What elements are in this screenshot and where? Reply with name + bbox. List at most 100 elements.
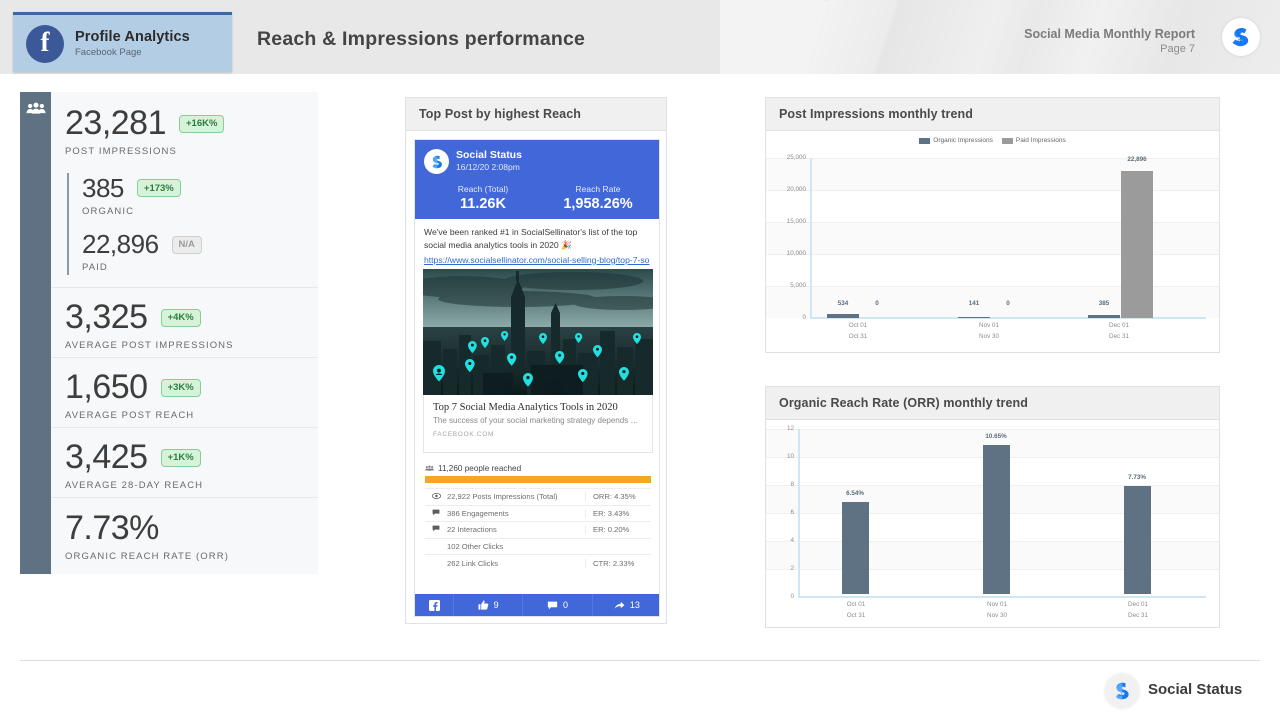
legend-swatch [1001, 137, 1013, 144]
post-stat-value: 1,958.26% [563, 196, 633, 212]
metric-label: ORGANIC REACH RATE (ORR) [65, 550, 229, 562]
table-cell-main: 22 Interactions [447, 525, 497, 535]
bar-label: 0 [1006, 300, 1010, 307]
profile-chip[interactable]: f Profile Analytics Facebook Page [13, 12, 232, 72]
metric-label: AVERAGE POST REACH [65, 409, 195, 421]
eye-icon [425, 492, 447, 501]
metric-value: 23,281 [65, 104, 167, 142]
metric-value: 22,896 [82, 228, 159, 259]
post-card-footer: 9 0 13 [415, 594, 659, 616]
post-stat-reach-rate: Reach Rate 1,958.26% [543, 184, 653, 212]
y-tick-label: 2 [790, 565, 794, 572]
x-tick-label: Nov 30 [979, 333, 999, 340]
legend-item-paid[interactable]: Paid Impressions [1001, 137, 1066, 144]
post-card-header: Social Status 16/12/20 2:08pm Reach (Tot… [415, 140, 659, 219]
comment-icon [425, 525, 447, 534]
chart1-legend: Organic Impressions Paid Impressions [766, 137, 1219, 144]
post-shares[interactable]: 13 [591, 594, 659, 616]
bar-orr-nov[interactable] [983, 445, 1010, 594]
share-icon [614, 601, 625, 609]
thumbs-up-icon [478, 600, 488, 610]
top-post-panel: Top Post by highest Reach Social Status … [405, 97, 667, 624]
post-comment-count: 0 [562, 600, 568, 610]
table-cell-right: CTR: 2.33% [585, 558, 651, 568]
link-preview-title: Top 7 Social Media Analytics Tools in 20… [433, 402, 618, 413]
chart1-plot: Organic Impressions Paid Impressions 25,… [766, 131, 1219, 352]
x-tick-label: Oct 01 [846, 601, 866, 608]
profile-subtitle: Facebook Page [75, 47, 142, 58]
bar-organic-oct[interactable] [827, 314, 859, 318]
table-row: 102 Other Clicks [425, 539, 651, 555]
logo-glyph [1116, 682, 1129, 700]
y-tick-label: 10,000 [786, 250, 806, 257]
post-likes[interactable]: 9 [453, 594, 522, 616]
footer-divider [20, 660, 1260, 661]
post-stat-reach: Reach (Total) 11.26K [428, 184, 538, 212]
table-cell-right: ER: 0.20% [585, 525, 651, 535]
bar-label: 7.73% [1128, 474, 1146, 481]
metric-badge: +1K% [160, 448, 201, 467]
legend-label: Paid Impressions [1015, 137, 1066, 144]
post-card[interactable]: Social Status 16/12/20 2:08pm Reach (Tot… [414, 139, 660, 617]
people-icon [425, 465, 434, 471]
post-image[interactable] [423, 269, 653, 395]
bar-orr-oct[interactable] [842, 502, 869, 594]
post-like-count: 9 [493, 600, 499, 610]
facebook-icon: f [26, 24, 64, 63]
metric-badge: +16K% [179, 114, 225, 133]
bar-label: 22,896 [1127, 156, 1147, 163]
post-message-text: We've been ranked #1 in SocialSellinator… [424, 227, 638, 251]
post-avatar [424, 149, 449, 174]
bar-paid-dec[interactable] [1121, 171, 1153, 318]
footer-brand-name: Social Status [1148, 681, 1243, 698]
metric-group-impressions: 23,281 +16K% POST IMPRESSIONS 385 +173% … [51, 92, 318, 287]
link-preview-source: FACEBOOK.COM [433, 431, 495, 438]
footer-logo-icon [1105, 674, 1139, 708]
page-number: Page 7 [1160, 43, 1195, 55]
chart2-plot: 12 10 8 6 4 2 0 6.54% 10.65% 7.73% Oct 0… [766, 420, 1219, 627]
post-comments[interactable]: 0 [522, 594, 591, 616]
page-title: Reach & Impressions performance [257, 28, 586, 50]
legend-item-organic[interactable]: Organic Impressions [919, 137, 993, 144]
table-row: 386 Engagements ER: 3.43% [425, 506, 651, 522]
y-tick-label: 12 [786, 425, 794, 432]
post-share-count: 13 [629, 600, 640, 610]
x-tick-label: Oct 31 [848, 333, 868, 340]
metric-label: ORGANIC [82, 205, 135, 217]
legend-label: Organic Impressions [933, 137, 993, 144]
bar-label: 0 [875, 300, 879, 307]
bar-orr-dec[interactable] [1124, 486, 1151, 594]
post-stats-table: 22,922 Posts Impressions (Total) ORR: 4.… [425, 488, 651, 572]
x-axis-line [798, 596, 1206, 598]
y-axis-line [810, 158, 812, 318]
y-tick-label: 10 [786, 453, 794, 460]
post-reach-progress-bar [425, 476, 651, 483]
metric-label: PAID [82, 262, 108, 274]
table-row: 22 Interactions ER: 0.20% [425, 522, 651, 539]
profile-title: Profile Analytics [75, 29, 190, 45]
metric-label: AVERAGE 28-DAY REACH [65, 479, 204, 491]
comment-icon [547, 601, 558, 609]
metrics-rail [20, 92, 51, 574]
avatar-logo-icon [432, 155, 442, 168]
table-cell-main: 102 Other Clicks [447, 541, 504, 551]
metric-value: 385 [82, 172, 124, 203]
cityscape-image [423, 269, 653, 395]
people-icon [26, 102, 46, 114]
metric-value: 3,325 [65, 298, 148, 336]
x-tick-label: Nov 01 [987, 601, 1007, 608]
bar-organic-nov[interactable] [958, 316, 990, 318]
metric-badge: +4K% [160, 308, 201, 327]
table-row: 22,922 Posts Impressions (Total) ORR: 4.… [425, 489, 651, 506]
metric-badge: N/A [171, 235, 202, 254]
chart2-title: Organic Reach Rate (ORR) monthly trend [766, 387, 1219, 420]
table-cell-right: ORR: 4.35% [585, 492, 651, 502]
post-impressions-chart-panel: Post Impressions monthly trend Organic I… [765, 97, 1220, 353]
post-link-preview[interactable]: Top 7 Social Media Analytics Tools in 20… [423, 395, 653, 453]
post-reached-row: 11,260 people reached [425, 464, 651, 473]
post-date: 16/12/20 2:08pm [456, 162, 520, 172]
y-tick-label: 6 [790, 509, 794, 516]
bar-organic-dec[interactable] [1088, 315, 1120, 318]
metric-orr: 7.73% ORGANIC REACH RATE (ORR) [51, 497, 318, 574]
metric-subgroup: 385 +173% ORGANIC 22,896 N/A PAID [67, 172, 318, 276]
